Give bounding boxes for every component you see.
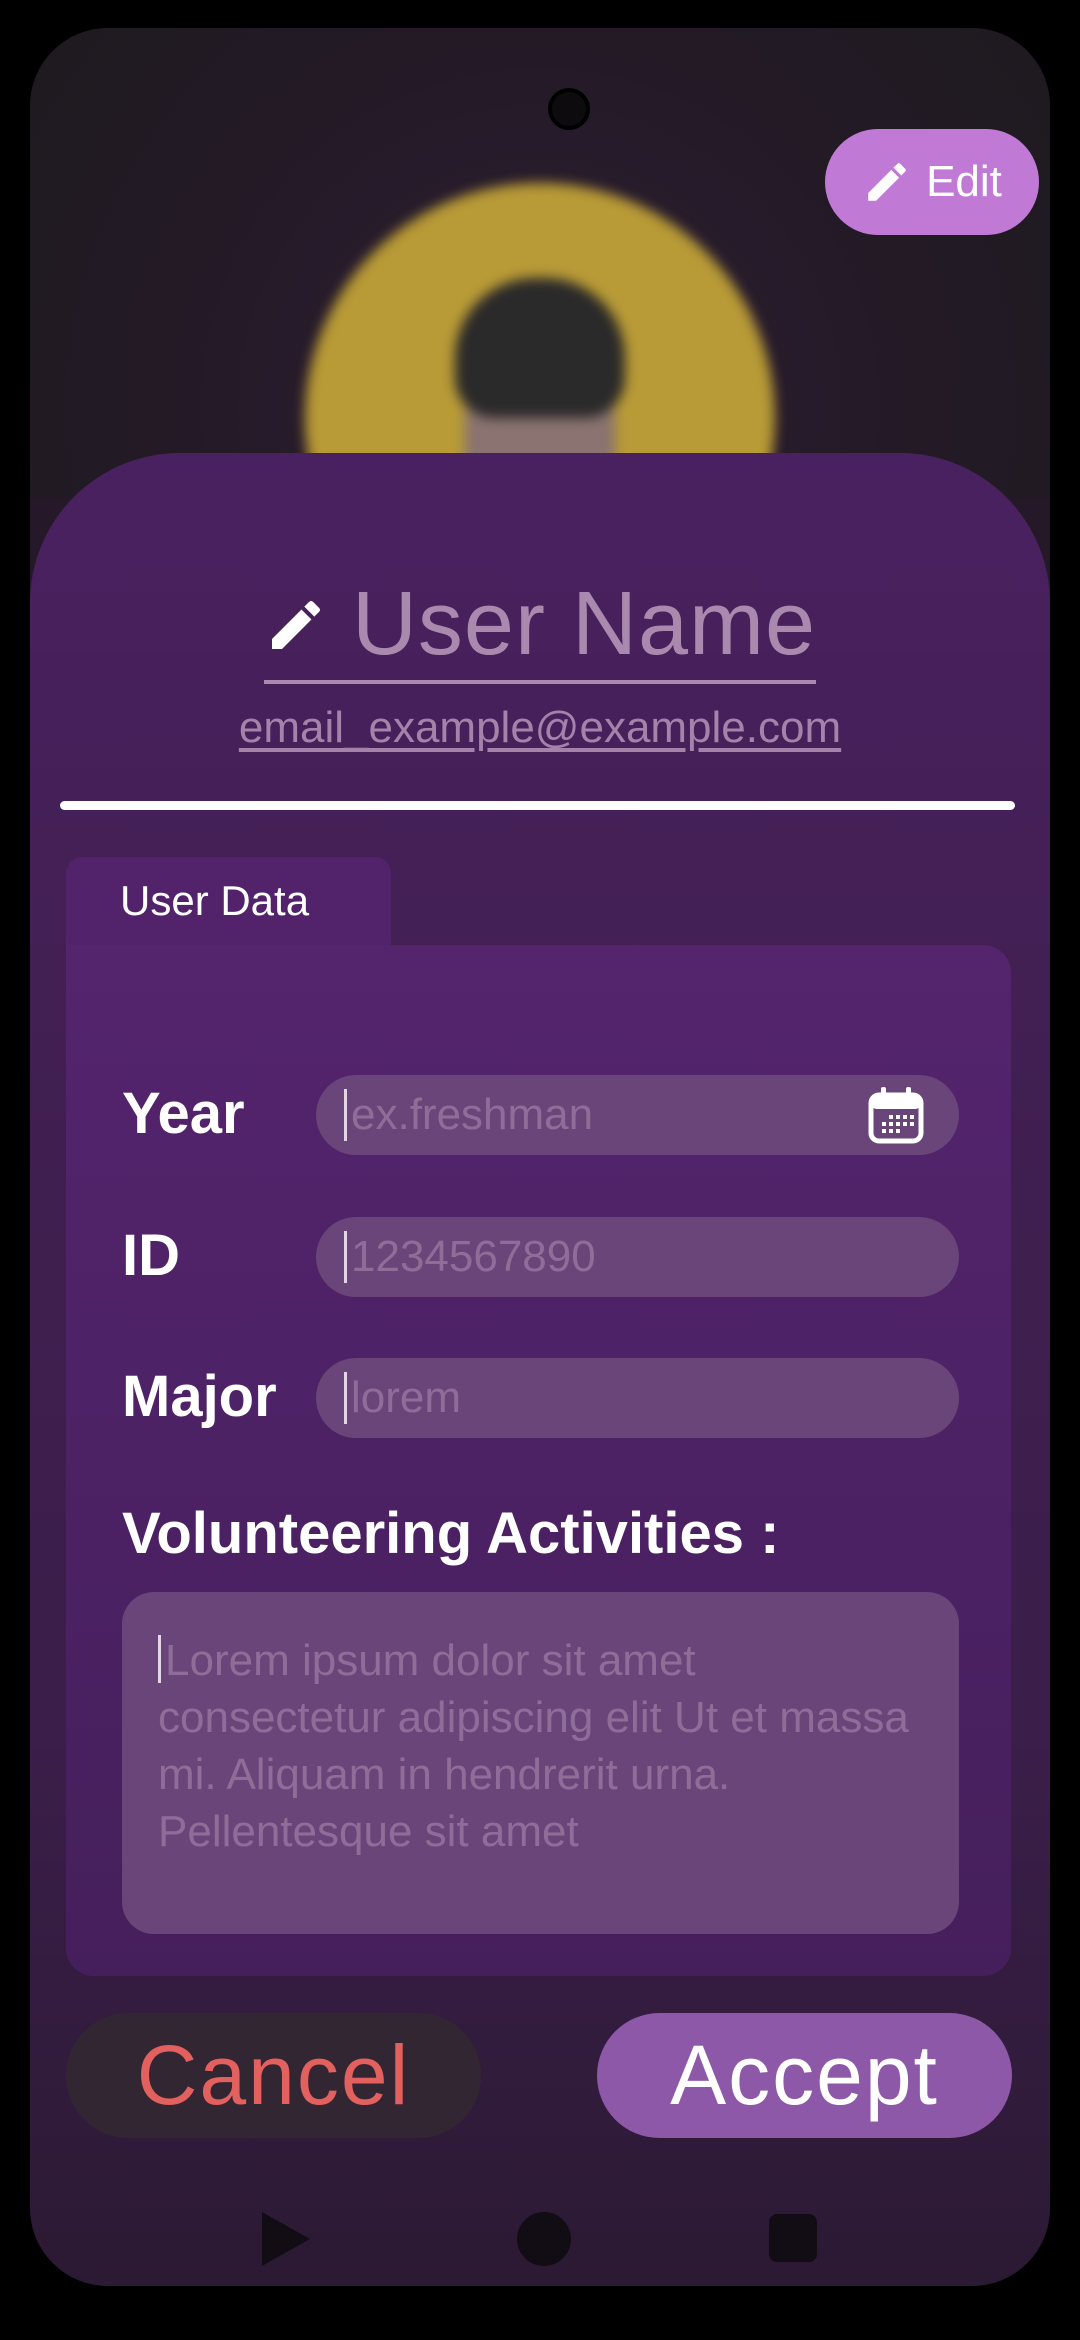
text-caret [344,1372,347,1424]
major-field[interactable]: lorem [316,1358,959,1438]
edit-label: Edit [926,157,1002,206]
user-name-field[interactable]: User Name [263,573,817,684]
divider [60,801,1015,810]
calendar-icon[interactable] [867,1085,925,1145]
recents-icon[interactable] [769,2214,817,2262]
front-camera [548,88,590,130]
id-field[interactable]: 1234567890 [316,1217,959,1297]
back-icon[interactable] [262,2212,310,2266]
system-nav-bar [30,2195,1050,2285]
accept-button[interactable]: Accept [597,2013,1012,2138]
pencil-icon [868,163,906,201]
activities-placeholder: Lorem ipsum dolor sit amet consectetur a… [158,1636,909,1856]
cancel-button[interactable]: Cancel [66,2013,481,2138]
avatar-background [30,28,1050,653]
activities-textarea[interactable]: Lorem ipsum dolor sit amet consectetur a… [122,1592,959,1934]
id-label: ID [122,1223,180,1288]
text-caret [344,1231,347,1283]
user-name-row: User Name [30,573,1050,684]
user-name: User Name [351,574,817,674]
home-icon[interactable] [517,2212,571,2266]
screen: Edit User Name email_example@example.com… [30,28,1050,2286]
year-label: Year [122,1081,245,1146]
profile-sheet: User Name email_example@example.com User… [30,453,1050,2286]
major-placeholder: lorem [351,1373,462,1422]
activities-label: Volunteering Activities : [122,1501,780,1566]
year-placeholder: ex.freshman [351,1090,594,1139]
avatar-hair [455,278,625,418]
email-link[interactable]: email_example@example.com [30,703,1050,753]
year-field[interactable]: ex.freshman [316,1075,959,1155]
device-frame: Edit User Name email_example@example.com… [0,0,1080,2340]
edit-button[interactable]: Edit [825,129,1039,235]
pencil-icon [271,600,320,649]
user-data-panel: Year ex.freshman ID 1234567890 Major lor… [66,945,1011,1976]
major-label: Major [122,1364,277,1429]
text-caret [158,1635,161,1683]
text-caret [344,1089,347,1141]
id-placeholder: 1234567890 [351,1232,596,1281]
